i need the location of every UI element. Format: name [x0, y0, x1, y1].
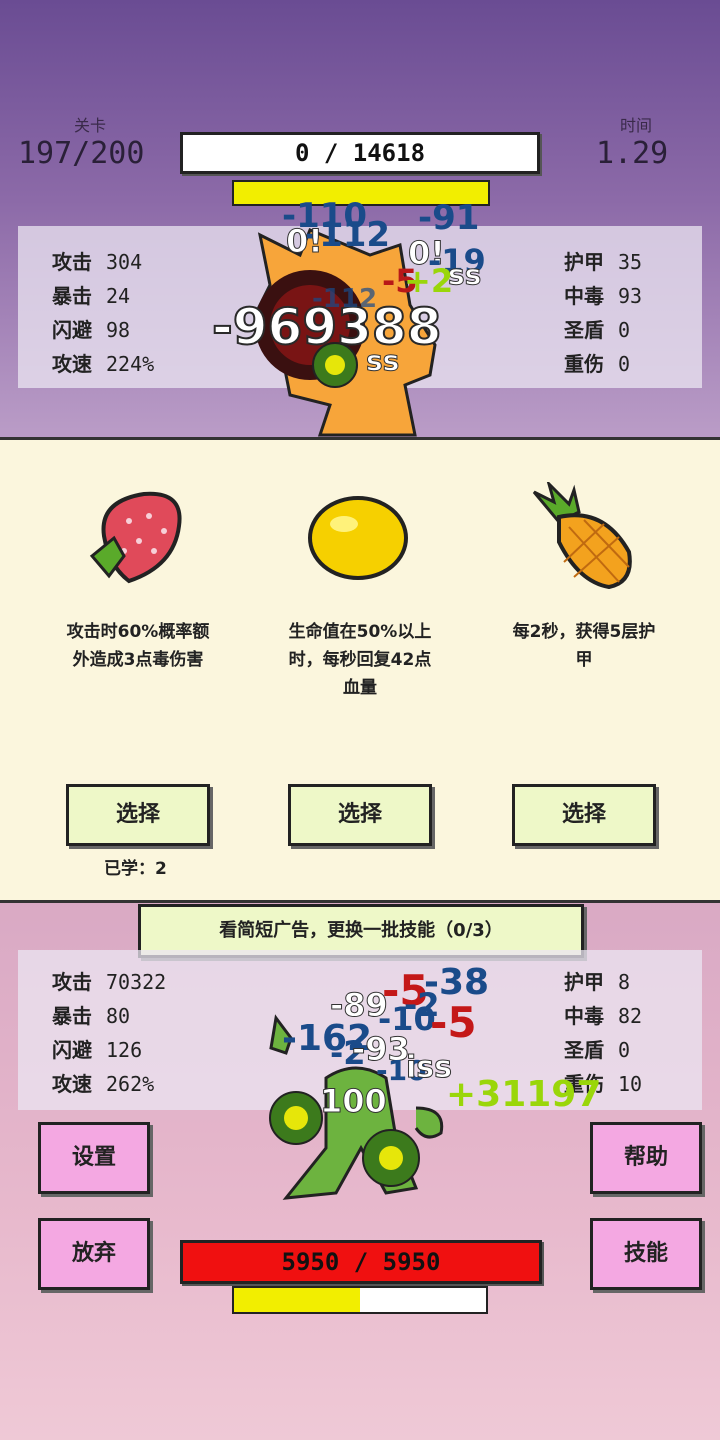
player-energy-fill	[234, 1288, 360, 1312]
stat-value: 98	[106, 318, 131, 342]
time-label: 时间	[619, 116, 652, 135]
skills-button[interactable]: 技能	[590, 1218, 702, 1290]
lemon-icon	[308, 496, 408, 580]
stat-name: 攻速	[52, 352, 92, 376]
stat-value: 262%	[106, 1072, 155, 1096]
stat-row: 闪避 126	[52, 1034, 142, 1063]
stat-name: 攻速	[52, 1072, 92, 1096]
stat-row: 重伤 0	[564, 348, 630, 377]
player-hp-bar: 5950 / 5950	[180, 1240, 542, 1284]
damage-number: -91	[418, 198, 480, 238]
select-button-3[interactable]: 选择	[512, 784, 656, 846]
stat-name: 圣盾	[564, 318, 604, 342]
stat-name: 暴击	[52, 284, 92, 308]
enemy-hp-bar: 0 / 14618	[180, 132, 540, 174]
stat-value: 8	[618, 970, 631, 994]
select-button-2[interactable]: 选择	[288, 784, 432, 846]
learned-count: 已学：2	[104, 859, 167, 879]
stat-value: 126	[106, 1038, 143, 1062]
heal-number: +2	[404, 262, 454, 300]
stat-value: 93	[618, 284, 643, 308]
stat-value: 82	[618, 1004, 643, 1028]
stat-value: 224%	[106, 352, 155, 376]
stat-row: 中毒 82	[564, 1000, 642, 1029]
stat-name: 护甲	[564, 250, 604, 274]
stat-row: 攻击 304	[52, 246, 142, 275]
stat-row: 暴击 80	[52, 1000, 130, 1029]
stat-name: 暴击	[52, 1004, 92, 1028]
stat-row: 护甲 35	[564, 246, 642, 275]
pineapple-icon	[532, 482, 632, 590]
time-value: 1.29	[596, 136, 669, 171]
enemy-hp-text: 0 / 14618	[294, 139, 426, 167]
damage-number: -112	[312, 284, 378, 314]
damage-number: 0!	[286, 222, 324, 261]
stat-name: 重伤	[564, 352, 604, 376]
stat-value: 10	[618, 1072, 643, 1096]
select-button-1[interactable]: 选择	[66, 784, 210, 846]
skill-desc: 每2秒，获得5层护甲	[512, 622, 656, 670]
heal-number: +31197	[446, 1074, 602, 1115]
strawberry-icon	[89, 491, 182, 584]
stat-row: 攻速 224%	[52, 348, 154, 377]
stat-name: 闪避	[52, 318, 92, 342]
stat-name: 护甲	[564, 970, 604, 994]
stat-name: 攻击	[52, 250, 92, 274]
help-button[interactable]: 帮助	[590, 1122, 702, 1194]
stat-name: 中毒	[564, 284, 604, 308]
stat-name: 圣盾	[564, 1038, 604, 1062]
damage-number: 100	[320, 1082, 388, 1121]
settings-button[interactable]: 设置	[38, 1122, 150, 1194]
stat-value: 35	[618, 250, 643, 274]
stat-row: 攻速 262%	[52, 1068, 154, 1097]
stat-row: 中毒 93	[564, 280, 642, 309]
stat-value: 24	[106, 284, 131, 308]
skill-desc: 攻击时60%概率额 外造成3点毒伤害	[66, 622, 210, 670]
stat-row: 圣盾 0	[564, 314, 630, 343]
damage-number: -5	[430, 998, 477, 1047]
stat-name: 攻击	[52, 970, 92, 994]
stat-value: 304	[106, 250, 143, 274]
level-value: 197/200	[18, 136, 145, 171]
stat-row: 闪避 98	[52, 314, 130, 343]
stat-value: 0	[618, 1038, 631, 1062]
stat-row: 护甲 8	[564, 966, 630, 995]
level-label: 关卡	[73, 116, 106, 135]
give-up-button[interactable]: 放弃	[38, 1218, 150, 1290]
player-hp-text: 5950 / 5950	[281, 1248, 441, 1276]
stat-value: 0	[618, 352, 631, 376]
stat-row: 圣盾 0	[564, 1034, 630, 1063]
stat-value: 80	[106, 1004, 131, 1028]
stat-value: 0	[618, 318, 631, 342]
miss-text: ss	[365, 344, 400, 378]
player-energy-bar	[232, 1286, 488, 1314]
stat-row: 暴击 24	[52, 280, 130, 309]
stat-row: 攻击 70322	[52, 966, 166, 995]
skill-desc: 生命值在50%以上 时，每秒回复42点 血量	[288, 622, 432, 698]
stat-name: 闪避	[52, 1038, 92, 1062]
stat-value: 70322	[106, 970, 167, 994]
stat-name: 中毒	[564, 1004, 604, 1028]
